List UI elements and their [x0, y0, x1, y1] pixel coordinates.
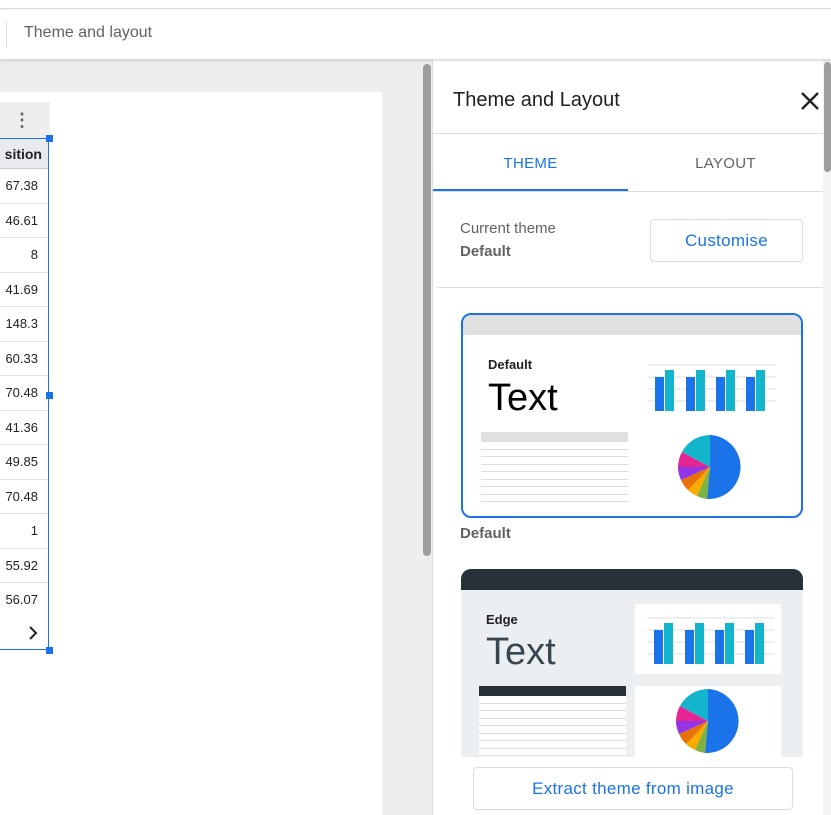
- toolbar-separator: [6, 21, 7, 47]
- tabs-divider: [433, 191, 823, 192]
- card-header-bar: [463, 315, 801, 335]
- panel-scrollbar-track[interactable]: [823, 60, 831, 815]
- bar-chart-box: [635, 604, 781, 674]
- table-cell: 41.36: [0, 411, 48, 445]
- table-cell: 55.92: [0, 549, 48, 583]
- toolbar-title: Theme and layout: [24, 24, 153, 41]
- resize-handle-top-right[interactable]: [46, 135, 53, 142]
- table-cell: 8: [0, 238, 48, 273]
- panel-scrollbar-thumb[interactable]: [824, 62, 831, 172]
- table-cell: 148.3: [0, 307, 48, 342]
- theme-preview-text: Text: [486, 631, 556, 673]
- current-theme-label: Current theme: [460, 220, 556, 237]
- bar-chart-preview: [648, 364, 776, 411]
- theme-caption: Default: [460, 525, 511, 542]
- close-icon[interactable]: [799, 90, 821, 112]
- resize-handle-right[interactable]: [46, 392, 53, 399]
- more-vert-icon[interactable]: ⋮: [13, 109, 31, 131]
- customise-button[interactable]: Customise: [650, 219, 803, 262]
- tab-theme[interactable]: THEME: [433, 154, 628, 190]
- table-cell: 46.61: [0, 204, 48, 238]
- theme-card-default[interactable]: Default Text: [461, 313, 803, 518]
- theme-name: Edge: [486, 612, 518, 627]
- pie-chart-preview: [678, 435, 741, 500]
- toolbar: Theme and layout: [0, 10, 831, 59]
- section-divider: [437, 287, 823, 288]
- theme-card-edge[interactable]: Edge Text: [461, 569, 803, 769]
- canvas-scrollbar[interactable]: [423, 64, 431, 556]
- report-canvas: ⋮ sition 67.38 46.61 8 41.69 148.3 60.33…: [0, 60, 432, 815]
- panel-title-divider: [433, 133, 823, 134]
- panel-title: Theme and Layout: [453, 89, 620, 111]
- theme-preview-text: Text: [488, 377, 558, 419]
- table-cell: 70.48: [0, 480, 48, 514]
- table-cell: 56.07: [5, 592, 38, 607]
- table-cell: 1: [0, 514, 48, 549]
- table-cell: 41.69: [0, 273, 48, 307]
- resize-handle-bottom-right[interactable]: [46, 647, 53, 654]
- data-table[interactable]: sition 67.38 46.61 8 41.69 148.3 60.33 7…: [0, 138, 49, 650]
- column-header-position[interactable]: sition: [0, 139, 48, 169]
- table-preview: [481, 432, 628, 502]
- table-cell: 49.85: [0, 445, 48, 480]
- chevron-right-icon[interactable]: [0, 614, 49, 650]
- table-cell: 60.33: [0, 342, 48, 376]
- report-page[interactable]: [0, 92, 382, 815]
- table-cell: 70.48: [0, 376, 48, 411]
- theme-layout-panel: Theme and Layout THEME LAYOUT Current th…: [432, 60, 831, 815]
- current-theme-value: Default: [460, 243, 511, 260]
- theme-name: Default: [488, 357, 533, 372]
- tab-layout[interactable]: LAYOUT: [628, 154, 823, 190]
- extract-theme-button[interactable]: Extract theme from image: [473, 767, 793, 810]
- top-strip: [0, 0, 831, 9]
- table-cell: 67.38: [0, 169, 48, 204]
- card-header-bar: [461, 569, 803, 590]
